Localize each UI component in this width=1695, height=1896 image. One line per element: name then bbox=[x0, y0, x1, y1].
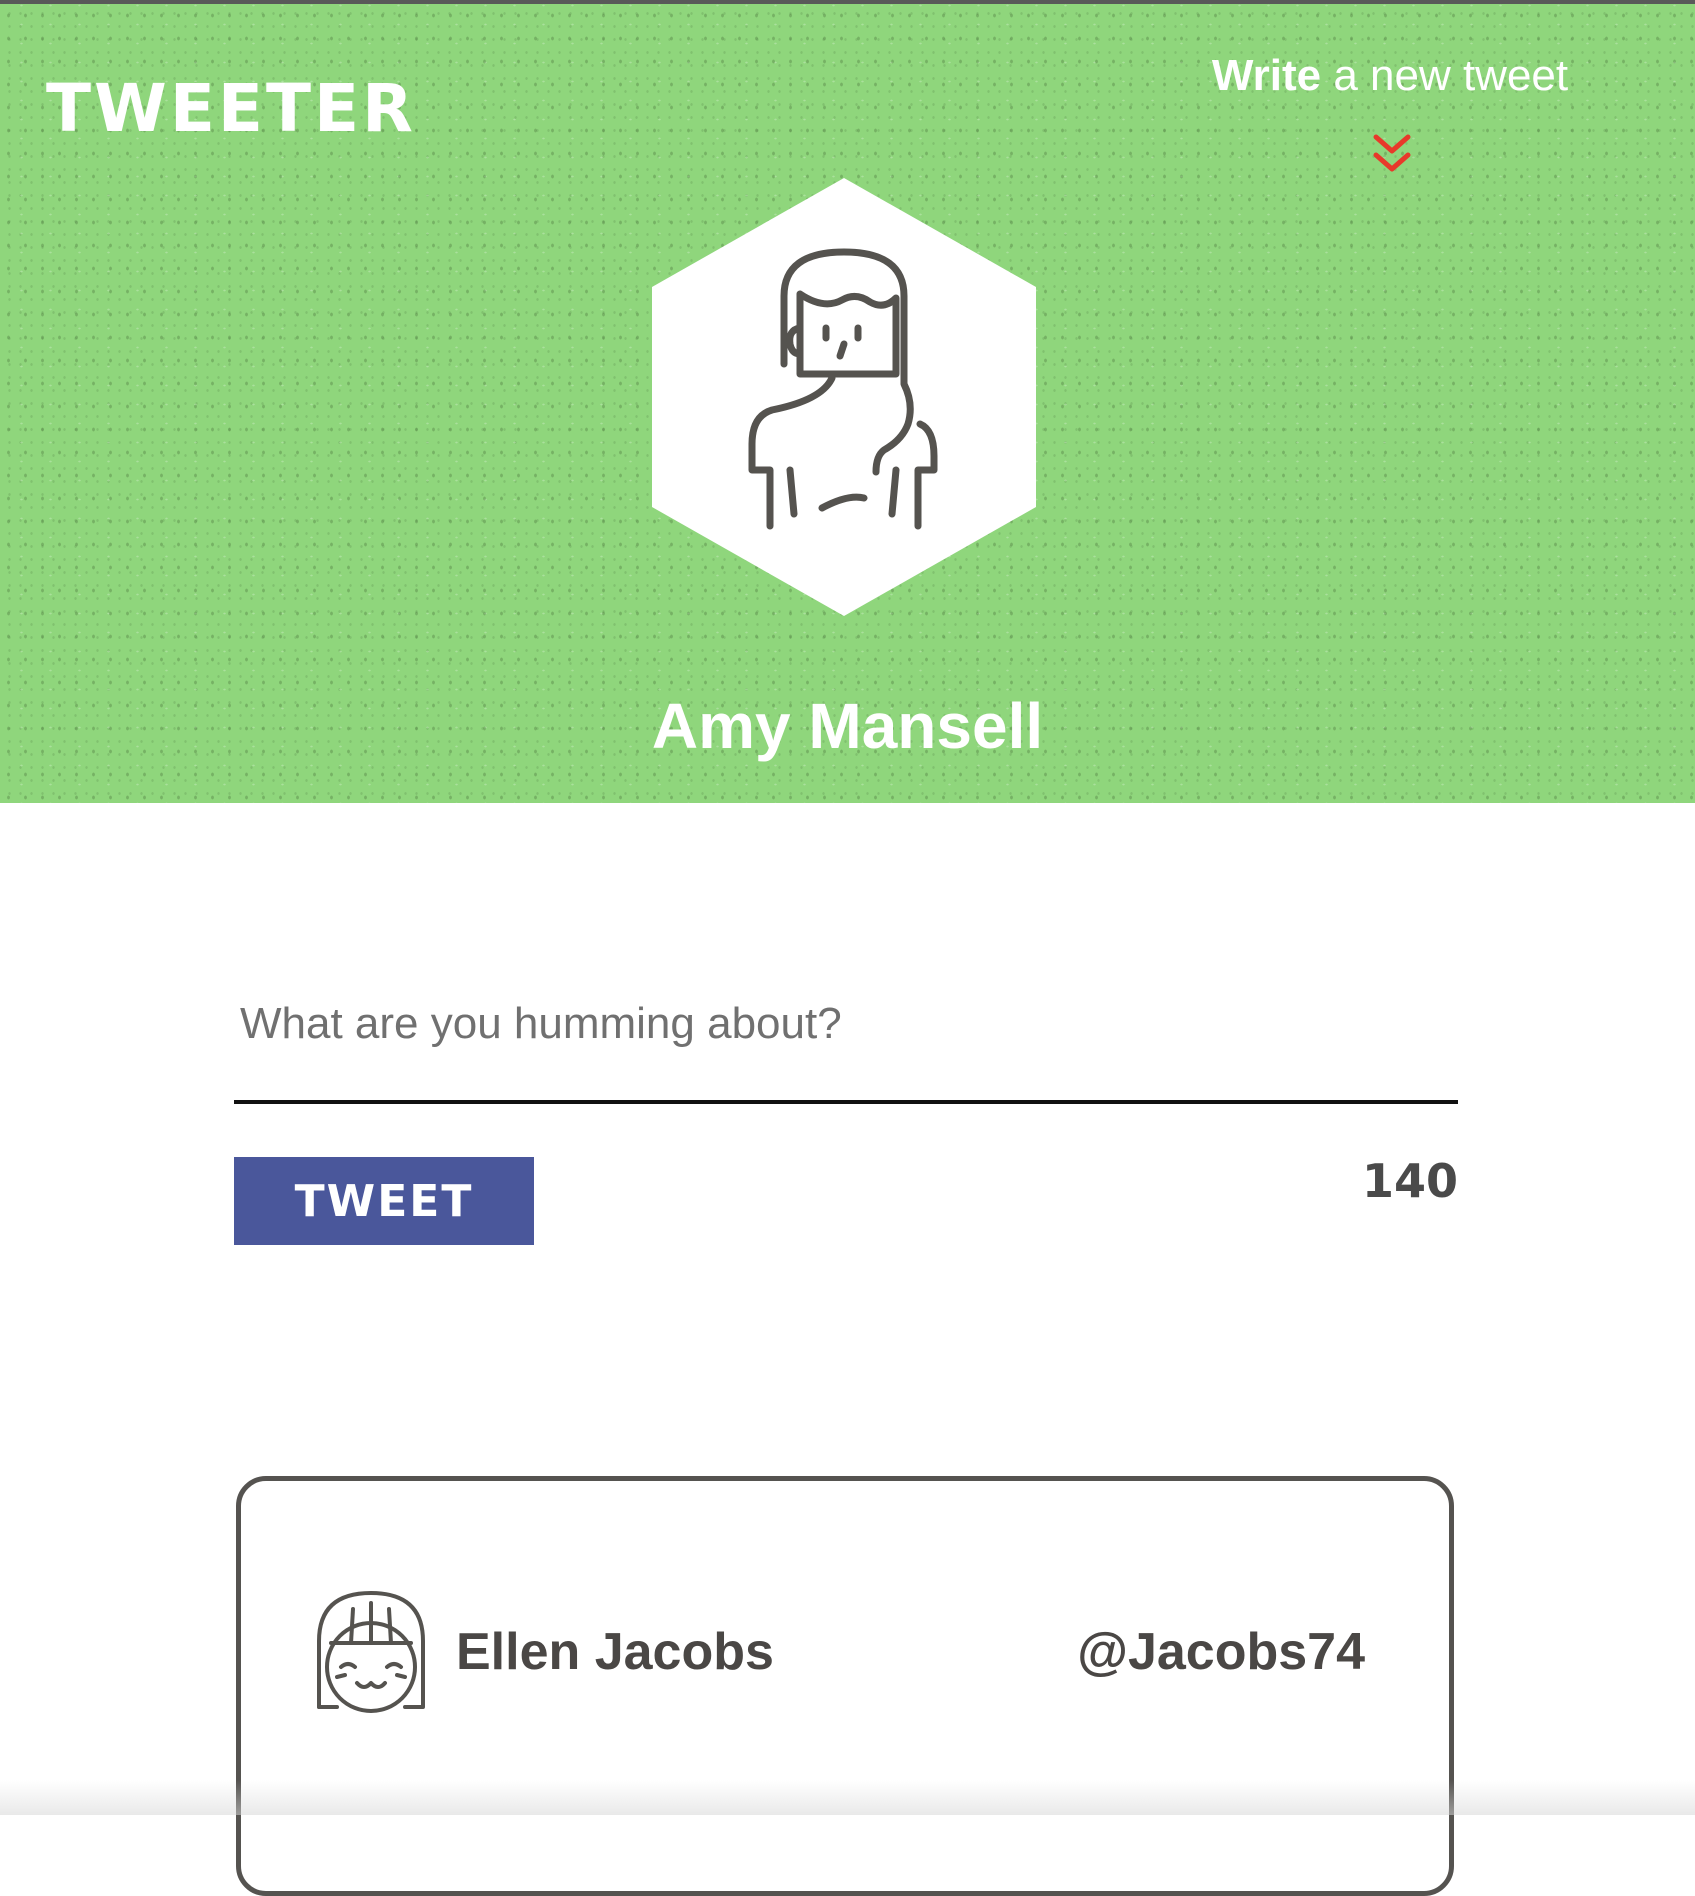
tweet-author-name[interactable]: Ellen Jacobs bbox=[456, 1626, 774, 1678]
character-counter: 140 bbox=[1361, 1154, 1458, 1208]
write-new-tweet-link[interactable]: Write a new tweet bbox=[1150, 51, 1630, 100]
tweet-card: Ellen Jacobs @Jacobs74 bbox=[236, 1476, 1454, 1896]
tweet-author-handle[interactable]: @Jacobs74 bbox=[1077, 1626, 1365, 1678]
app-logo[interactable]: TWEETER bbox=[46, 76, 416, 142]
double-chevron-down-icon[interactable] bbox=[1371, 132, 1413, 178]
tweet-button[interactable]: Tweet bbox=[234, 1157, 534, 1245]
profile-header: TWEETER Write a new tweet Amy Mansell bbox=[0, 4, 1695, 803]
hexagon-frame bbox=[652, 178, 1036, 616]
tweet-input[interactable] bbox=[234, 960, 1458, 1104]
profile-avatar bbox=[652, 178, 1036, 616]
profile-name: Amy Mansell bbox=[651, 690, 1044, 762]
compose-section bbox=[234, 960, 1458, 1104]
smiling-girl-avatar-icon bbox=[317, 1591, 425, 1713]
write-link-text: a new tweet bbox=[1321, 51, 1569, 100]
write-link-bold: Write bbox=[1211, 51, 1322, 100]
